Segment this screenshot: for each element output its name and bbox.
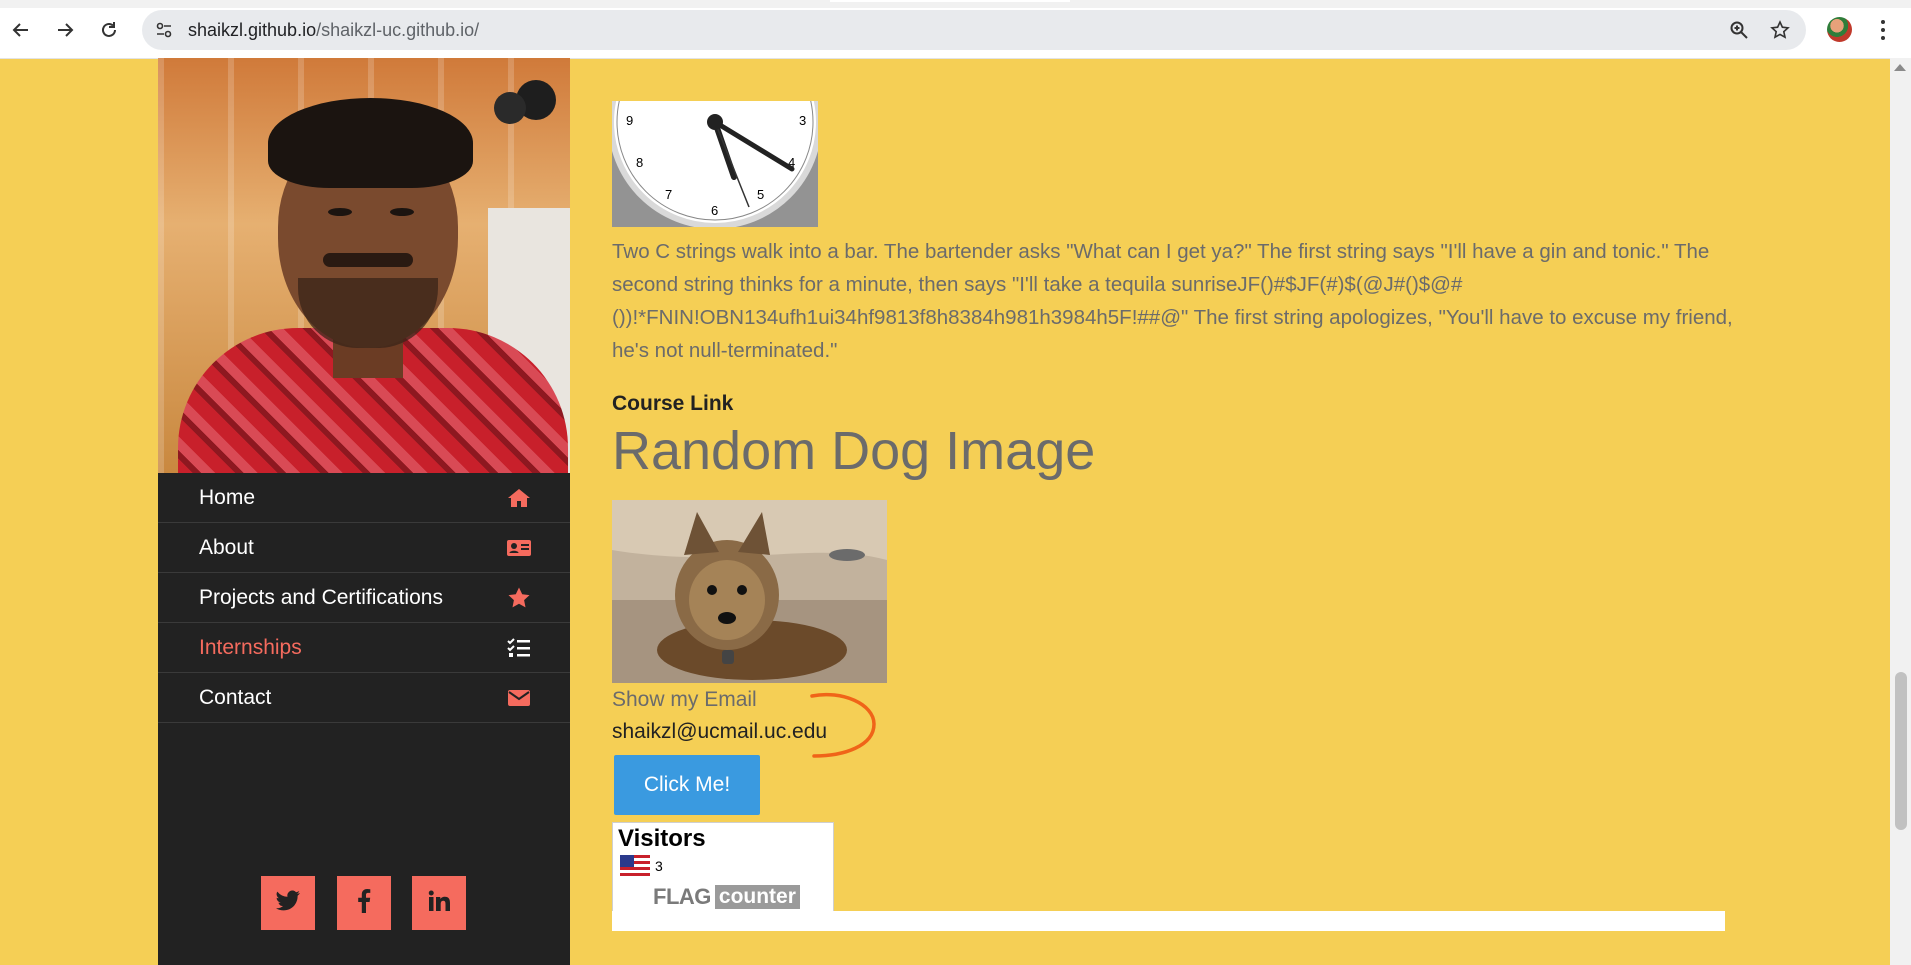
star-icon (506, 585, 532, 611)
facebook-button[interactable] (337, 876, 391, 930)
dog-image-heading: Random Dog Image (612, 421, 1096, 481)
address-bar[interactable]: shaikzl.github.io/shaikzl-uc.github.io/ (142, 10, 1806, 50)
flag-counter-widget[interactable]: Visitors 3 FLAG counter (612, 822, 834, 912)
sidebar-item-home[interactable]: Home (158, 473, 570, 523)
clock-number: 8 (636, 155, 643, 170)
profile-photo (158, 58, 570, 473)
sidebar-item-internships[interactable]: Internships (158, 623, 570, 673)
scrollbar-thumb[interactable] (1895, 672, 1907, 830)
browser-toolbar: shaikzl.github.io/shaikzl-uc.github.io/ (0, 0, 1911, 59)
clock-number: 9 (626, 113, 633, 128)
sidebar-item-contact[interactable]: Contact (158, 673, 570, 723)
sidebar: Home About Projects and Certifications I… (158, 58, 570, 965)
email-text: shaikzl@ucmail.uc.edu (612, 720, 828, 743)
url-host: shaikzl.github.io (188, 20, 317, 40)
reload-icon[interactable] (96, 17, 122, 43)
bookmark-star-icon[interactable] (1768, 18, 1792, 42)
clock-number: 7 (665, 187, 672, 202)
twitter-icon (275, 889, 301, 917)
id-card-icon (506, 535, 532, 561)
analog-clock: 9 3 8 4 7 5 6 (612, 101, 818, 227)
flag-counter-logo-flag: FLAG (653, 884, 711, 909)
profile-avatar[interactable] (1827, 17, 1852, 42)
content-footer-bar (612, 911, 1725, 931)
facebook-icon (357, 888, 371, 918)
linkedin-icon (428, 890, 450, 917)
site-info-icon[interactable] (152, 18, 176, 42)
visitors-title: Visitors (618, 825, 706, 852)
flag-counter-logo: FLAG counter (653, 883, 800, 911)
sidebar-item-about[interactable]: About (158, 523, 570, 573)
scroll-up-icon[interactable] (1894, 64, 1906, 71)
sidebar-item-label: Contact (199, 685, 272, 709)
random-dog-image (612, 500, 887, 683)
forward-icon[interactable] (52, 17, 78, 43)
browser-menu-icon[interactable] (1878, 18, 1888, 42)
back-icon[interactable] (8, 17, 34, 43)
flag-counter-logo-counter: counter (714, 885, 800, 909)
clock-number: 6 (711, 203, 718, 218)
click-me-button[interactable]: Click Me! (614, 755, 760, 815)
course-link[interactable]: Course Link (612, 392, 733, 416)
sidebar-item-label: Internships (199, 635, 302, 659)
sidebar-menu: Home About Projects and Certifications I… (158, 473, 570, 723)
zoom-icon[interactable] (1727, 18, 1751, 42)
social-links (158, 876, 570, 930)
visitor-count: 3 (655, 858, 663, 874)
us-flag-icon (620, 855, 650, 877)
url-text: shaikzl.github.io/shaikzl-uc.github.io/ (188, 20, 479, 41)
tab-strip (0, 0, 1911, 8)
tasks-icon (506, 635, 532, 661)
sidebar-item-label: Projects and Certifications (199, 585, 443, 609)
speaker-decoration (488, 78, 558, 128)
linkedin-button[interactable] (412, 876, 466, 930)
joke-text: Two C strings walk into a bar. The barte… (612, 240, 1733, 362)
sidebar-item-label: Home (199, 485, 256, 509)
clock-number: 3 (799, 113, 806, 128)
home-icon (506, 485, 532, 511)
clock-number: 5 (757, 187, 764, 202)
sidebar-item-label: About (199, 535, 254, 559)
sidebar-item-projects[interactable]: Projects and Certifications (158, 573, 570, 623)
annotation-mark (802, 688, 892, 763)
envelope-icon (506, 685, 532, 711)
twitter-button[interactable] (261, 876, 315, 930)
show-email-link[interactable]: Show my Email (612, 688, 757, 712)
url-path: /shaikzl-uc.github.io/ (316, 20, 480, 40)
